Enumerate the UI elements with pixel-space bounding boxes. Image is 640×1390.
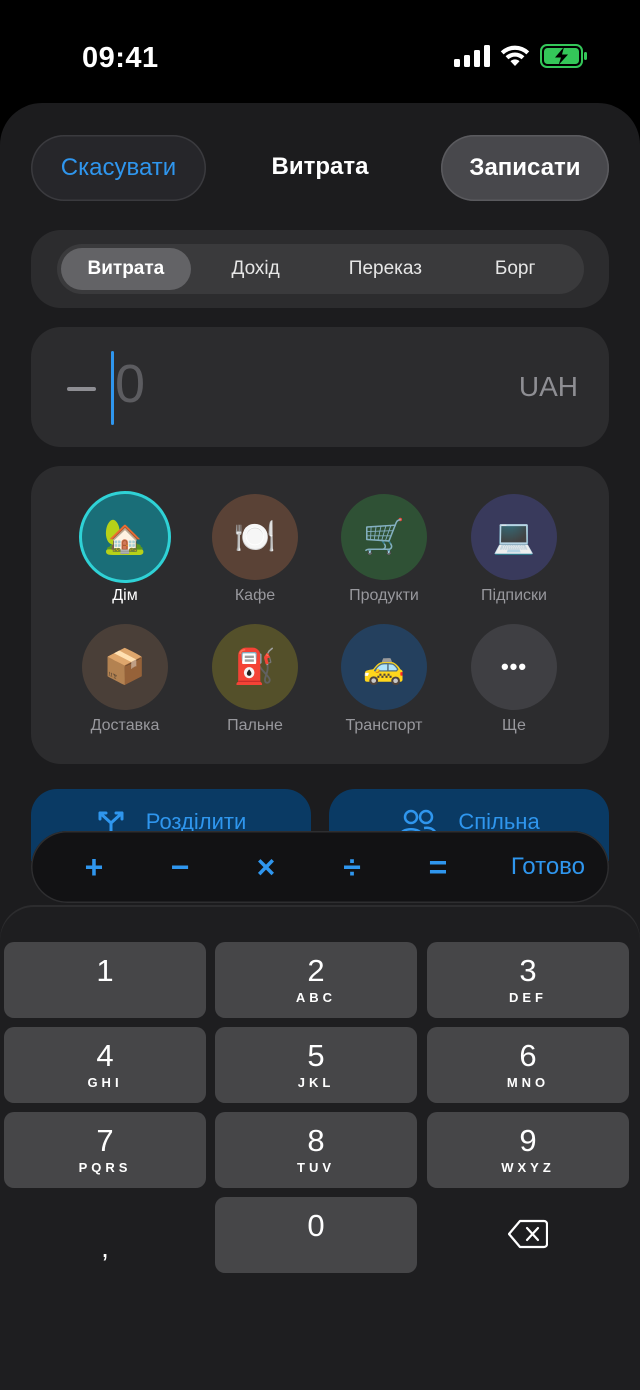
category-label: Доставка: [90, 717, 160, 734]
category-label: Ще: [502, 717, 526, 734]
category-groceries[interactable]: 🛒 Продукти: [319, 494, 449, 605]
multiply-button[interactable]: ×: [223, 831, 309, 903]
key-1[interactable]: 1: [4, 942, 206, 1018]
cart-icon: 🛒: [341, 494, 427, 580]
currency-label[interactable]: UAH: [519, 371, 578, 403]
text-cursor: [111, 351, 114, 425]
key-backspace[interactable]: [427, 1197, 629, 1273]
equals-button[interactable]: =: [395, 831, 481, 903]
category-label: Підписки: [481, 587, 547, 604]
key-6[interactable]: 6 MNO: [427, 1027, 629, 1103]
status-icons: [454, 44, 588, 68]
key-2[interactable]: 2 ABC: [215, 942, 417, 1018]
key-0[interactable]: 0: [215, 1197, 417, 1273]
divide-button[interactable]: ÷: [309, 831, 395, 903]
plate-icon: 🍽️: [212, 494, 298, 580]
key-letters: JKL: [297, 1075, 335, 1090]
category-fuel[interactable]: ⛽ Пальне: [190, 624, 320, 735]
category-delivery[interactable]: 📦 Доставка: [60, 624, 190, 735]
key-letters: TUV: [297, 1160, 335, 1175]
category-label: Продукти: [349, 587, 419, 604]
key-letters: PQRS: [78, 1160, 132, 1175]
key-8[interactable]: 8 TUV: [215, 1112, 417, 1188]
key-comma[interactable]: ,: [4, 1197, 206, 1273]
key-letters: WXYZ: [501, 1160, 555, 1175]
type-selector-card: Витрата Дохід Переказ Борг: [31, 230, 609, 308]
key-letters: GHI: [87, 1075, 123, 1090]
key-digit: 0: [307, 1208, 325, 1243]
package-icon: 📦: [82, 624, 168, 710]
category-subscriptions[interactable]: 💻 Підписки: [449, 494, 579, 605]
save-button[interactable]: Записати: [441, 135, 609, 201]
cellular-signal-icon: [454, 45, 490, 67]
laptop-icon: 💻: [471, 494, 557, 580]
category-label: Транспорт: [345, 717, 423, 734]
amount-value: 0: [115, 354, 146, 414]
key-digit: 4: [96, 1038, 114, 1073]
key-digit: ,: [101, 1232, 109, 1263]
numeric-keypad: 1 2 ABC 3 DEF 4 GHI 5 JKL 6 MNO 7 PQRS 8: [0, 905, 640, 1390]
key-digit: 6: [519, 1038, 537, 1073]
category-more[interactable]: ••• Ще: [449, 624, 579, 735]
key-digit: 5: [307, 1038, 325, 1073]
key-5[interactable]: 5 JKL: [215, 1027, 417, 1103]
key-9[interactable]: 9 WXYZ: [427, 1112, 629, 1188]
tab-transfer[interactable]: Переказ: [321, 248, 451, 290]
fuel-pump-icon: ⛽: [212, 624, 298, 710]
taxi-icon: 🚕: [341, 624, 427, 710]
key-digit: 2: [307, 953, 325, 988]
category-home[interactable]: 🏡 Дім: [60, 494, 190, 605]
house-icon: 🏡: [82, 494, 168, 580]
done-button[interactable]: Готово: [511, 853, 585, 881]
more-icon: •••: [471, 624, 557, 710]
key-3[interactable]: 3 DEF: [427, 942, 629, 1018]
expense-sheet: Скасувати Витрата Записати Витрата Дохід…: [0, 103, 640, 1390]
category-transport[interactable]: 🚕 Транспорт: [319, 624, 449, 735]
key-digit: 3: [519, 953, 537, 988]
amount-field[interactable]: 0 UAH: [31, 327, 609, 447]
key-letters: DEF: [509, 990, 547, 1005]
sheet-title: Витрата: [271, 153, 369, 180]
tab-debt[interactable]: Борг: [450, 248, 580, 290]
status-bar: 09:41: [0, 0, 640, 110]
category-cafe[interactable]: 🍽️ Кафе: [190, 494, 320, 605]
tab-income[interactable]: Дохід: [191, 248, 321, 290]
plus-button[interactable]: +: [51, 831, 137, 903]
key-letters: MNO: [506, 1075, 550, 1090]
key-digit: 1: [96, 953, 114, 988]
cancel-button[interactable]: Скасувати: [31, 135, 206, 201]
minus-sign-icon: [67, 387, 96, 391]
category-grid: 🏡 Дім 🍽️ Кафе 🛒 Продукти 💻 Підписки 📦 До…: [31, 466, 609, 764]
key-7[interactable]: 7 PQRS: [4, 1112, 206, 1188]
key-digit: 8: [307, 1123, 325, 1158]
category-label: Кафе: [234, 587, 276, 604]
key-digit: 9: [519, 1123, 537, 1158]
transaction-type-segmented-control: Витрата Дохід Переказ Борг: [57, 244, 584, 294]
tab-expense[interactable]: Витрата: [61, 248, 191, 290]
backspace-icon: [508, 1219, 548, 1249]
key-letters: ABC: [295, 990, 337, 1005]
category-label: Пальне: [227, 717, 283, 734]
key-4[interactable]: 4 GHI: [4, 1027, 206, 1103]
key-digit: 7: [96, 1123, 114, 1158]
minus-button[interactable]: −: [137, 831, 223, 903]
wifi-icon: [500, 45, 530, 66]
status-time: 09:41: [82, 42, 159, 74]
category-label: Дім: [112, 587, 138, 604]
battery-charging-icon: [540, 44, 587, 68]
calculator-toolbar: + − × ÷ = Готово: [31, 831, 609, 903]
